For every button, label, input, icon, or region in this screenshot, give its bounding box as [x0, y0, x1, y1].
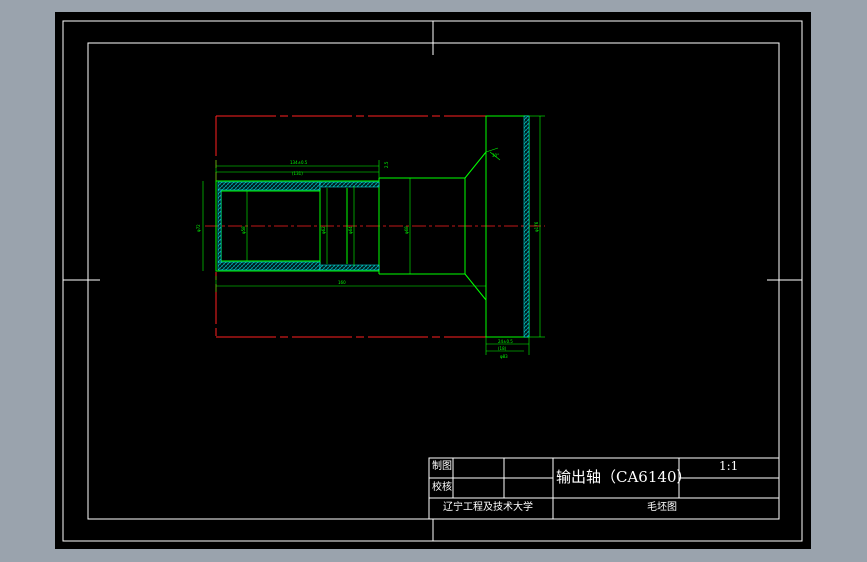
dim-length-top1: 134±0.5: [290, 160, 308, 165]
cad-drawing: 134±0.5 (131) 160 φ72 φ58 φ62 φ64 φ68 φ1…: [62, 20, 803, 542]
dimension-lines: [202, 115, 545, 355]
dim-dia-mid3: φ64: [348, 226, 353, 234]
dim-small-step: 2.5: [384, 161, 389, 168]
tb-scale: 1:1: [719, 459, 739, 473]
dim-dia-left: φ72: [196, 224, 201, 232]
tb-drawn-label: 制图: [432, 461, 452, 472]
part-outline: [215, 115, 530, 338]
dim-dia-mid2: φ62: [321, 226, 326, 234]
dim-dia-mid1: φ58: [241, 226, 246, 234]
dim-length-bottom: 160: [338, 280, 346, 285]
tb-part-name: 输出轴（CA6140）: [556, 468, 692, 486]
inner-frame: [87, 42, 780, 520]
dim-angle: 30°: [492, 153, 499, 158]
dim-flange-w1: 24±0.5: [498, 339, 513, 344]
dim-dia-flange: φ176: [534, 221, 539, 232]
tb-drawing-type: 毛坯图: [647, 502, 677, 513]
dim-flange-w2: (18): [498, 346, 507, 351]
dim-length-top2: (131): [292, 171, 303, 176]
dim-flange-w3: φ83: [500, 354, 508, 359]
tb-checked-label: 校核: [432, 482, 452, 493]
tb-school: 辽宁工程及技术大学: [443, 502, 533, 513]
section-hatching: [217, 115, 530, 338]
dim-dia-step: φ68: [404, 226, 409, 234]
